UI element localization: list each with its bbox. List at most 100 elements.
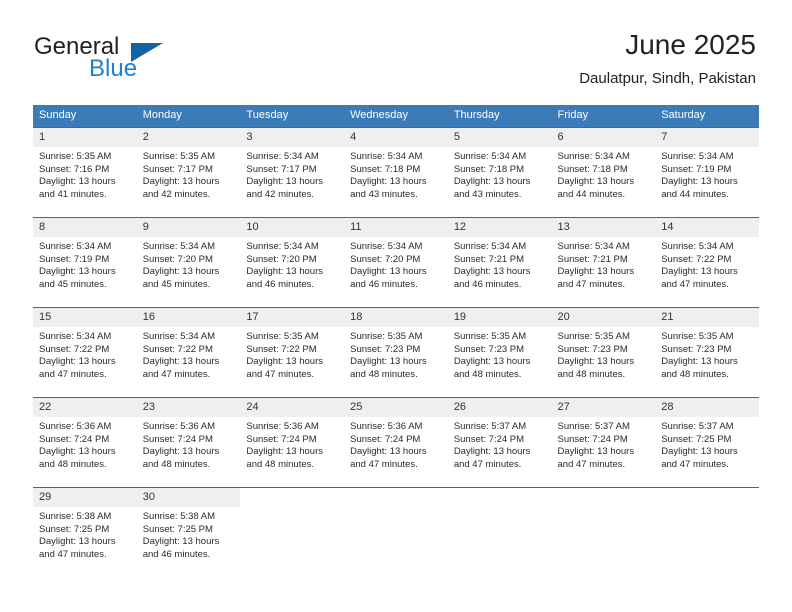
day-daylight-line1-text: Daylight: 13 hours bbox=[350, 266, 427, 278]
day-details: Sunrise: 5:34 AM Sunset: 7:22 PM Daylight:… bbox=[655, 237, 759, 291]
calendar-day-cell[interactable]: 6 Sunrise: 5:34 AM Sunset: 7:18 PM Daylight… bbox=[551, 127, 656, 218]
calendar-cell-empty bbox=[551, 487, 656, 577]
day-sunrise-text: Sunrise: 5:37 AM bbox=[453, 421, 527, 432]
calendar-day-cell[interactable]: 12 Sunrise: 5:34 AM Sunset: 7:21 PM Dayligh… bbox=[447, 217, 552, 308]
weekday-header-saturday: Saturday bbox=[655, 105, 759, 128]
calendar-day-cell[interactable]: 26 Sunrise: 5:37 AM Sunset: 7:24 PM Dayligh… bbox=[447, 397, 552, 488]
calendar-day-cell[interactable]: 5 Sunrise: 5:34 AM Sunset: 7:18 PM Daylight… bbox=[447, 127, 552, 218]
day-sunset-text: Sunset: 7:19 PM bbox=[39, 253, 110, 265]
day-details: Sunrise: 5:35 AM Sunset: 7:23 PM Daylight:… bbox=[344, 327, 448, 381]
day-number: 18 bbox=[344, 308, 448, 327]
day-details: Sunrise: 5:35 AM Sunset: 7:23 PM Daylight:… bbox=[655, 327, 759, 381]
day-daylight-line2-text: and 47 minutes. bbox=[246, 368, 315, 380]
day-daylight-line2-text: and 47 minutes. bbox=[557, 278, 626, 290]
day-number: 11 bbox=[344, 218, 448, 237]
day-daylight-line2-text: and 42 minutes. bbox=[142, 188, 211, 200]
day-daylight-line1-text: Daylight: 13 hours bbox=[142, 536, 220, 548]
weekday-header-sunday: Sunday bbox=[33, 105, 137, 128]
day-number: 25 bbox=[344, 398, 448, 417]
day-number: 14 bbox=[655, 218, 759, 237]
calendar-day-cell[interactable]: 28 Sunrise: 5:37 AM Sunset: 7:25 PM Dayligh… bbox=[655, 397, 759, 488]
day-daylight-line2-text: and 43 minutes. bbox=[350, 188, 418, 200]
day-daylight-line1-text: Daylight: 13 hours bbox=[39, 446, 116, 458]
day-sunrise-text: Sunrise: 5:35 AM bbox=[453, 331, 527, 342]
calendar-week-row: 1 Sunrise: 5:35 AM Sunset: 7:16 PM Daylight… bbox=[33, 127, 759, 218]
calendar-day-cell[interactable]: 24 Sunrise: 5:36 AM Sunset: 7:24 PM Dayligh… bbox=[240, 397, 345, 488]
weekday-header-friday: Friday bbox=[551, 105, 656, 128]
day-sunrise-text: Sunrise: 5:36 AM bbox=[142, 421, 216, 432]
day-details: Sunrise: 5:34 AM Sunset: 7:22 PM Daylight:… bbox=[33, 327, 137, 381]
day-details: Sunrise: 5:38 AM Sunset: 7:25 PM Daylight:… bbox=[137, 507, 241, 561]
day-sunset-text: Sunset: 7:24 PM bbox=[142, 433, 213, 445]
day-sunset-text: Sunset: 7:24 PM bbox=[39, 433, 110, 445]
day-sunset-text: Sunset: 7:16 PM bbox=[39, 163, 110, 175]
day-daylight-line1-text: Daylight: 13 hours bbox=[661, 356, 738, 368]
calendar-header-row: Sunday Monday Tuesday Wednesday Thursday Frid… bbox=[33, 105, 759, 128]
calendar-day-cell[interactable]: 9 Sunrise: 5:34 AM Sunset: 7:20 PM Daylight… bbox=[136, 217, 241, 308]
calendar-body: 1 Sunrise: 5:35 AM Sunset: 7:16 PM Daylight… bbox=[33, 127, 759, 577]
calendar-day-cell[interactable]: 3 Sunrise: 5:34 AM Sunset: 7:17 PM Daylight… bbox=[240, 127, 345, 218]
day-sunset-text: Sunset: 7:24 PM bbox=[557, 433, 628, 445]
day-sunset-text: Sunset: 7:17 PM bbox=[142, 163, 213, 175]
calendar-day-cell[interactable]: 27 Sunrise: 5:37 AM Sunset: 7:24 PM Dayligh… bbox=[551, 397, 656, 488]
day-number-placeholder bbox=[551, 488, 656, 507]
day-details: Sunrise: 5:34 AM Sunset: 7:21 PM Daylight:… bbox=[552, 237, 656, 291]
day-sunset-text: Sunset: 7:25 PM bbox=[39, 523, 110, 535]
calendar-day-cell[interactable]: 21 Sunrise: 5:35 AM Sunset: 7:23 PM Dayligh… bbox=[655, 307, 759, 398]
calendar-day-cell[interactable]: 7 Sunrise: 5:34 AM Sunset: 7:19 PM Daylight… bbox=[655, 127, 759, 218]
day-number: 7 bbox=[655, 128, 759, 147]
day-number: 5 bbox=[447, 128, 552, 147]
calendar-day-cell[interactable]: 20 Sunrise: 5:35 AM Sunset: 7:23 PM Dayligh… bbox=[551, 307, 656, 398]
day-daylight-line2-text: and 44 minutes. bbox=[557, 188, 626, 200]
day-details: Sunrise: 5:35 AM Sunset: 7:16 PM Daylight:… bbox=[33, 147, 137, 201]
day-daylight-line2-text: and 45 minutes. bbox=[142, 278, 211, 290]
calendar-day-cell[interactable]: 4 Sunrise: 5:34 AM Sunset: 7:18 PM Daylight… bbox=[344, 127, 448, 218]
day-sunrise-text: Sunrise: 5:36 AM bbox=[350, 421, 423, 432]
calendar-page: General Blue June 2025 Daulatpur, Sindh,… bbox=[0, 0, 792, 612]
day-number: 19 bbox=[447, 308, 552, 327]
calendar-day-cell[interactable]: 11 Sunrise: 5:34 AM Sunset: 7:20 PM Dayligh… bbox=[344, 217, 448, 308]
calendar-day-cell[interactable]: 23 Sunrise: 5:36 AM Sunset: 7:24 PM Dayligh… bbox=[136, 397, 241, 488]
day-sunset-text: Sunset: 7:22 PM bbox=[661, 253, 732, 265]
day-daylight-line1-text: Daylight: 13 hours bbox=[246, 446, 323, 458]
day-number: 12 bbox=[447, 218, 552, 237]
calendar-day-cell[interactable]: 25 Sunrise: 5:36 AM Sunset: 7:24 PM Dayligh… bbox=[344, 397, 448, 488]
brand-logo[interactable]: General Blue bbox=[34, 34, 274, 92]
calendar-day-cell[interactable]: 1 Sunrise: 5:35 AM Sunset: 7:16 PM Daylight… bbox=[33, 127, 137, 218]
calendar-day-cell[interactable]: 8 Sunrise: 5:34 AM Sunset: 7:19 PM Daylight… bbox=[33, 217, 137, 308]
day-sunrise-text: Sunrise: 5:34 AM bbox=[350, 151, 423, 162]
day-sunrise-text: Sunrise: 5:37 AM bbox=[557, 421, 630, 432]
day-daylight-line2-text: and 47 minutes. bbox=[142, 368, 211, 380]
calendar-day-cell[interactable]: 10 Sunrise: 5:34 AM Sunset: 7:20 PM Dayligh… bbox=[240, 217, 345, 308]
day-daylight-line2-text: and 47 minutes. bbox=[39, 368, 107, 380]
day-daylight-line2-text: and 41 minutes. bbox=[39, 188, 107, 200]
day-daylight-line1-text: Daylight: 13 hours bbox=[453, 266, 531, 278]
day-number: 30 bbox=[136, 488, 241, 507]
day-details: Sunrise: 5:34 AM Sunset: 7:18 PM Daylight:… bbox=[344, 147, 448, 201]
calendar-day-cell[interactable]: 15 Sunrise: 5:34 AM Sunset: 7:22 PM Dayligh… bbox=[33, 307, 137, 398]
day-sunrise-text: Sunrise: 5:34 AM bbox=[557, 151, 630, 162]
day-sunrise-text: Sunrise: 5:34 AM bbox=[661, 151, 734, 162]
calendar-day-cell[interactable]: 2 Sunrise: 5:35 AM Sunset: 7:17 PM Daylight… bbox=[136, 127, 241, 218]
calendar-day-cell[interactable]: 29 Sunrise: 5:38 AM Sunset: 7:25 PM Dayligh… bbox=[33, 487, 137, 577]
calendar-day-cell[interactable]: 17 Sunrise: 5:35 AM Sunset: 7:22 PM Dayligh… bbox=[240, 307, 345, 398]
calendar-day-cell[interactable]: 14 Sunrise: 5:34 AM Sunset: 7:22 PM Dayligh… bbox=[655, 217, 759, 308]
day-details: Sunrise: 5:35 AM Sunset: 7:23 PM Daylight:… bbox=[552, 327, 656, 381]
day-details: Sunrise: 5:35 AM Sunset: 7:17 PM Daylight:… bbox=[137, 147, 241, 201]
day-daylight-line1-text: Daylight: 13 hours bbox=[661, 176, 738, 188]
day-details: Sunrise: 5:37 AM Sunset: 7:25 PM Daylight:… bbox=[655, 417, 759, 471]
calendar-day-cell[interactable]: 19 Sunrise: 5:35 AM Sunset: 7:23 PM Dayligh… bbox=[447, 307, 552, 398]
day-details: Sunrise: 5:34 AM Sunset: 7:20 PM Daylight:… bbox=[240, 237, 344, 291]
day-daylight-line2-text: and 46 minutes. bbox=[142, 548, 211, 560]
calendar-day-cell[interactable]: 22 Sunrise: 5:36 AM Sunset: 7:24 PM Dayligh… bbox=[33, 397, 137, 488]
day-daylight-line2-text: and 48 minutes. bbox=[142, 458, 211, 470]
day-daylight-line1-text: Daylight: 13 hours bbox=[142, 356, 220, 368]
calendar-day-cell[interactable]: 13 Sunrise: 5:34 AM Sunset: 7:21 PM Dayligh… bbox=[551, 217, 656, 308]
day-sunrise-text: Sunrise: 5:34 AM bbox=[453, 241, 527, 252]
calendar-day-cell[interactable]: 18 Sunrise: 5:35 AM Sunset: 7:23 PM Dayligh… bbox=[344, 307, 448, 398]
calendar-day-cell[interactable]: 16 Sunrise: 5:34 AM Sunset: 7:22 PM Dayligh… bbox=[136, 307, 241, 398]
calendar-day-cell[interactable]: 30 Sunrise: 5:38 AM Sunset: 7:25 PM Dayligh… bbox=[136, 487, 241, 577]
day-number: 13 bbox=[551, 218, 656, 237]
day-sunset-text: Sunset: 7:21 PM bbox=[453, 253, 525, 265]
day-sunset-text: Sunset: 7:24 PM bbox=[350, 433, 421, 445]
